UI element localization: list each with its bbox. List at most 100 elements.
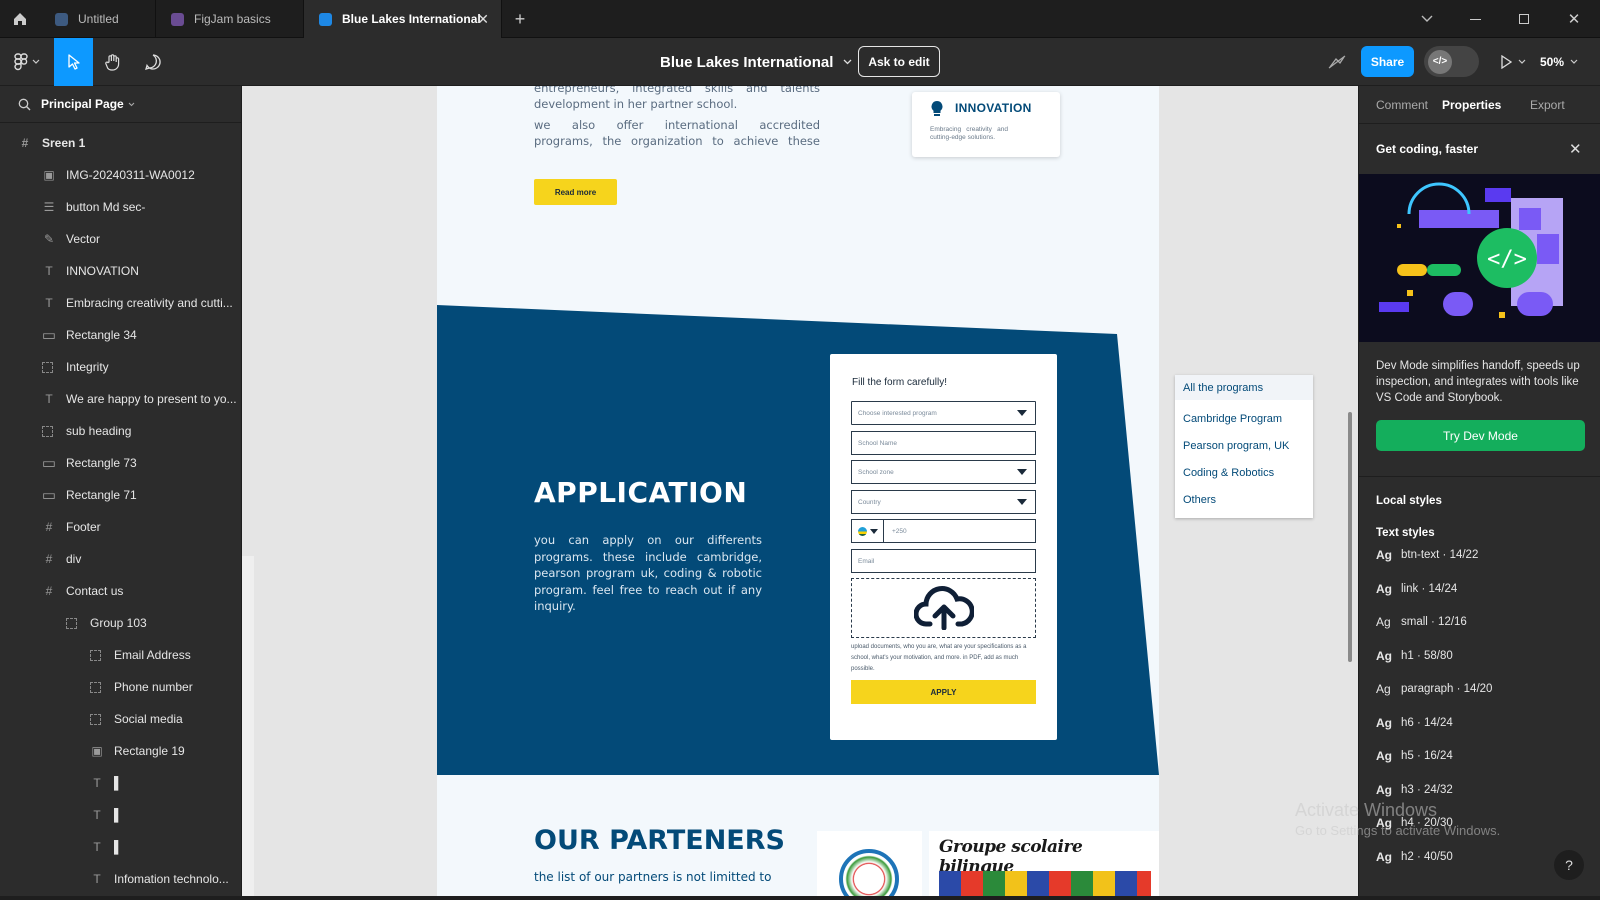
group-icon [66,617,77,629]
page-selector[interactable]: Principal Page [18,94,135,114]
text-style-item[interactable]: Ag h1 · 58/80 [1376,649,1453,663]
close-window-button[interactable]: ✕ [1559,0,1589,38]
hide-ui-button[interactable] [1322,48,1352,76]
tab-blue-lakes[interactable]: Blue Lakes International ✕ [304,0,502,38]
partner-banner-image[interactable]: Groupe scolaire bilingue [929,831,1159,900]
layer-row[interactable]: T ▌ [0,768,241,798]
program-select[interactable]: Choose interested program [851,401,1036,425]
layer-row[interactable]: Integrity [0,352,241,382]
text-style-item[interactable]: Ag link · 14/24 [1376,582,1457,596]
main-menu-button[interactable] [10,46,44,78]
dropdown-option-cambridge[interactable]: Cambridge Program [1175,406,1313,432]
text-icon: T [45,264,53,278]
layer-row[interactable]: Email Address [0,640,241,670]
layer-row[interactable]: # Contact us [0,576,241,606]
tab-export[interactable]: Export [1530,98,1565,112]
ask-to-edit-button[interactable]: Ask to edit [858,46,940,77]
dropdown-option-all[interactable]: All the programs [1175,375,1313,400]
text-style-item[interactable]: Ag h6 · 14/24 [1376,716,1453,730]
help-button[interactable]: ? [1554,850,1584,880]
layer-row[interactable]: ▭ Rectangle 71 [0,480,241,510]
layer-row[interactable]: Phone number [0,672,241,702]
layer-row[interactable]: ✎ Vector [0,224,241,254]
home-icon [14,13,26,25]
minimize-button[interactable] [1460,0,1490,38]
dropdown-option-others[interactable]: Others [1175,486,1313,513]
tab-comment[interactable]: Comment [1376,98,1428,112]
layers-panel: Principal Page # Sreen 1 ▣ IMG-20240311-WA0… [0,86,242,900]
rectangle-icon: ▭ [41,455,57,472]
comment-icon [145,54,161,70]
layer-row[interactable]: sub heading [0,416,241,446]
dropdown-option-coding[interactable]: Coding & Robotics [1175,459,1313,486]
tab-untitled[interactable]: Untitled [40,0,156,38]
tabs-menu-button[interactable] [1412,0,1442,38]
text-style-label: small · 12/16 [1401,616,1467,628]
tab-figjam-basics[interactable]: FigJam basics [156,0,304,38]
text-style-item[interactable]: Ag btn-text · 14/22 [1376,548,1478,562]
email-field[interactable]: Email [851,549,1036,573]
text-style-item[interactable]: Ag h4 · 20/30 [1376,816,1453,830]
zoom-menu[interactable]: 50% [1540,52,1578,72]
hand-tool-button[interactable] [96,46,130,78]
text-style-item[interactable]: Ag small · 12/16 [1376,615,1467,629]
svg-text:</>: </> [1487,247,1527,272]
text-style-item[interactable]: Ag paragraph · 14/20 [1376,682,1492,696]
upload-area[interactable] [851,578,1036,638]
bottom-scroll-strip [0,896,1600,900]
minimize-icon [1469,18,1481,20]
close-promo-button[interactable]: ✕ [1569,140,1587,158]
group-icon [90,649,101,661]
layer-row[interactable]: T We are happy to present to yo... [0,384,241,414]
comment-tool-button[interactable] [136,46,170,78]
close-tab-icon[interactable]: ✕ [477,11,489,28]
text-style-item[interactable]: Ag h3 · 24/32 [1376,783,1453,797]
layer-row[interactable]: T ▌ [0,832,241,862]
school-zone-select[interactable]: School zone [851,460,1036,484]
layer-label: button Md sec- [66,200,146,214]
home-button[interactable] [0,0,40,38]
dev-mode-toggle[interactable]: </> [1424,46,1479,77]
layer-row[interactable]: ▣ Rectangle 19 [0,736,241,766]
layer-row[interactable]: T Infomation technolo... [0,864,241,894]
move-tool-button[interactable] [54,38,93,86]
try-dev-mode-button[interactable]: Try Dev Mode [1376,420,1585,451]
layer-row[interactable]: ▣ IMG-20240311-WA0012 [0,160,241,190]
screen-frame[interactable]: entrepreneurs, integrated skills and tal… [437,86,1159,900]
school-name-field[interactable]: School Name [851,431,1036,455]
phone-field[interactable]: +250 [851,519,1036,543]
layer-row[interactable]: ▭ Rectangle 34 [0,320,241,350]
layer-row[interactable]: # Footer [0,512,241,542]
file-title-menu[interactable]: Blue Lakes International [660,52,852,72]
layer-row[interactable]: T Embracing creativity and cutti... [0,288,241,318]
layer-row[interactable]: ▭ Rectangle 73 [0,448,241,478]
country-flag-selector[interactable] [852,520,884,542]
new-tab-button[interactable]: + [508,0,532,38]
frame-icon: # [21,136,29,150]
text-style-item[interactable]: Ag h5 · 16/24 [1376,749,1453,763]
design-canvas[interactable]: entrepreneurs, integrated skills and tal… [242,86,1358,900]
layer-label: Embracing creativity and cutti... [66,296,233,310]
share-button[interactable]: Share [1361,46,1414,77]
restore-button[interactable] [1509,0,1539,38]
dropdown-option-pearson[interactable]: Pearson program, UK [1175,432,1313,459]
layer-row[interactable]: ☰ button Md sec- [0,192,241,222]
text-style-item[interactable]: Ag h2 · 40/50 [1376,850,1453,864]
present-button[interactable] [1496,48,1530,76]
layer-row[interactable]: T ▌ [0,800,241,830]
close-icon: ✕ [1569,141,1582,158]
layer-row[interactable]: Social media [0,704,241,734]
layer-row[interactable]: # Sreen 1 [0,128,241,158]
apply-button[interactable]: APPLY [851,680,1036,704]
layer-row[interactable]: Group 103 [0,608,241,638]
layer-row[interactable]: # div [0,544,241,574]
country-select[interactable]: Country [851,490,1036,514]
tab-properties[interactable]: Properties [1442,98,1501,112]
innovation-card[interactable]: INNOVATION Embracing creativity and cutt… [912,92,1060,157]
application-form: Fill the form carefully! Choose interest… [830,354,1057,740]
divider [1359,123,1600,124]
partner-logo-image[interactable] [817,831,922,900]
vertical-scrollbar[interactable] [1348,412,1352,662]
layer-row[interactable]: T INNOVATION [0,256,241,286]
read-more-button[interactable]: Read more [534,179,617,205]
